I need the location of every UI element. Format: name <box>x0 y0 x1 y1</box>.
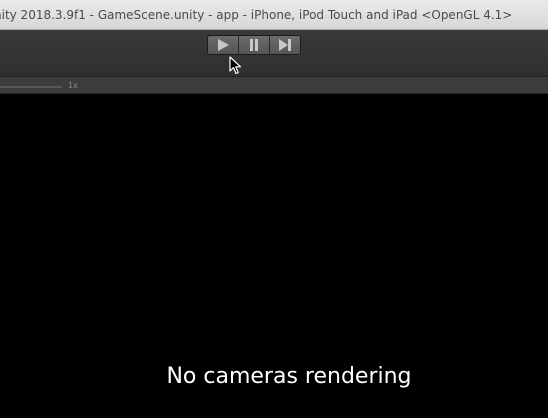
scale-label: 1x <box>68 81 78 90</box>
unity-toolbar <box>0 30 548 77</box>
window-titlebar: nity 2018.3.9f1 - GameScene.unity - app … <box>0 0 548 30</box>
window-title: nity 2018.3.9f1 - GameScene.unity - app … <box>0 8 513 22</box>
play-button[interactable] <box>208 36 239 54</box>
play-icon <box>216 38 230 52</box>
pause-button[interactable] <box>239 36 270 54</box>
game-view[interactable]: No cameras rendering <box>0 94 548 418</box>
play-controls <box>207 35 301 55</box>
step-button[interactable] <box>270 36 300 54</box>
game-view-header: 1x <box>0 77 548 94</box>
no-cameras-message: No cameras rendering <box>166 364 412 389</box>
pause-icon <box>247 38 261 52</box>
mouse-cursor-icon <box>229 56 243 81</box>
step-icon <box>278 38 292 52</box>
scale-slider[interactable] <box>0 86 62 88</box>
